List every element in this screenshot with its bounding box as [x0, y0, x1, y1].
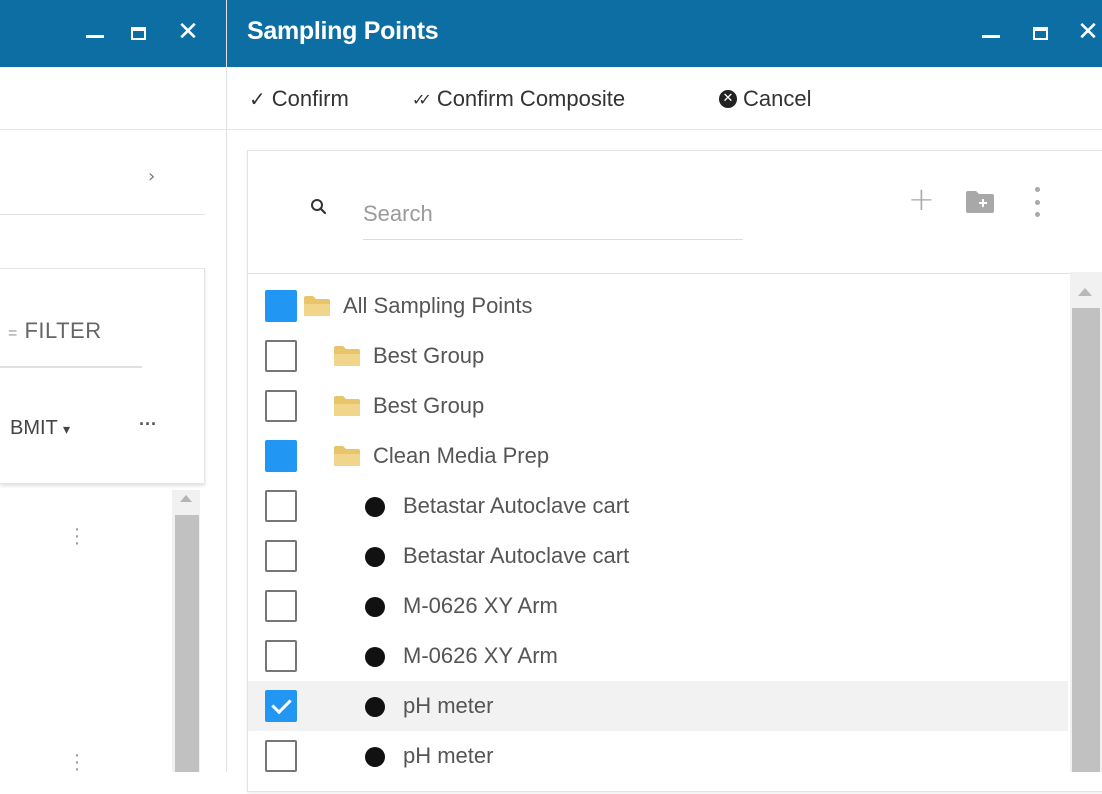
tree-row-label: Best Group	[373, 393, 485, 418]
confirm-composite-label: Confirm Composite	[436, 86, 626, 111]
background-toolbar	[0, 67, 226, 130]
filter-button[interactable]: = FILTER	[8, 318, 102, 344]
sampling-point-bullet-icon	[365, 647, 385, 667]
check-icon: ✓	[249, 87, 266, 111]
kebab-menu-icon[interactable]: · · ·	[72, 519, 82, 553]
tree-item-row[interactable]: pH meter	[248, 731, 1068, 781]
sampling-point-bullet-icon	[365, 497, 385, 517]
sampling-points-tree: All Sampling Points Best Group Best Group C…	[248, 274, 1068, 794]
minimize-icon[interactable]	[80, 14, 110, 44]
confirm-button[interactable]: ✓ Confirm	[249, 86, 349, 112]
scrollbar-thumb[interactable]	[175, 515, 199, 772]
search-bar: +	[248, 151, 1102, 274]
tree-row-label: M-0626 XY Arm	[403, 643, 558, 668]
window-titlebar: Sampling Points ✕	[227, 0, 1102, 67]
search-icon	[311, 199, 327, 215]
row-checkbox[interactable]	[265, 640, 297, 672]
caret-down-icon: ▾	[62, 421, 71, 437]
sampling-points-window: Sampling Points ✕ ✓ Confirm ✓✓ Confirm C…	[227, 0, 1102, 792]
tree-item-row[interactable]: M-0626 XY Arm	[248, 581, 1068, 631]
add-folder-icon[interactable]	[965, 190, 995, 214]
tree-item-row[interactable]: Betastar Autoclave cart	[248, 531, 1068, 581]
minimize-icon[interactable]	[976, 14, 1006, 44]
background-card	[0, 268, 205, 484]
divider	[0, 214, 205, 215]
tree-row-label: M-0626 XY Arm	[403, 593, 558, 618]
tree-row-label: pH meter	[403, 743, 494, 768]
tree-row-label: Clean Media Prep	[373, 443, 550, 468]
maximize-icon[interactable]	[123, 18, 153, 48]
submit-dropdown-button[interactable]: BMIT ▾	[10, 417, 70, 440]
folder-open-icon	[334, 396, 360, 416]
cancel-button[interactable]: ✕ Cancel	[719, 86, 811, 112]
double-check-icon: ✓✓	[412, 89, 432, 109]
row-checkbox[interactable]	[265, 690, 297, 722]
folder-open-icon	[334, 446, 360, 466]
close-icon[interactable]: ✕	[173, 17, 203, 47]
scrollbar-thumb[interactable]	[1072, 308, 1100, 772]
more-horizontal-icon[interactable]: ···	[139, 414, 157, 435]
sampling-point-bullet-icon	[365, 597, 385, 617]
filter-label: FILTER	[24, 318, 102, 343]
tree-folder-row[interactable]: All Sampling Points	[248, 281, 1068, 331]
row-checkbox[interactable]	[265, 490, 297, 522]
background-window-titlebar: ✕	[0, 0, 226, 67]
kebab-menu-icon[interactable]: · · ·	[72, 745, 82, 779]
tree-row-label: Betastar Autoclave cart	[403, 493, 630, 518]
tree-folder-row[interactable]: Best Group	[248, 381, 1068, 431]
tree-item-row[interactable]: M-0626 XY Arm	[248, 631, 1068, 681]
confirm-composite-button[interactable]: ✓✓ Confirm Composite	[412, 86, 625, 112]
scroll-up-icon[interactable]	[1078, 288, 1092, 296]
tree-row-label: All Sampling Points	[343, 293, 533, 318]
row-checkbox[interactable]	[265, 340, 297, 372]
row-checkbox[interactable]	[265, 540, 297, 572]
tree-row-label: Best Group	[373, 343, 485, 368]
maximize-icon[interactable]	[1025, 18, 1055, 48]
folder-open-icon	[334, 346, 360, 366]
submit-label: BMIT	[10, 417, 58, 439]
sampling-point-bullet-icon	[365, 547, 385, 567]
chevron-right-icon[interactable]: ›	[148, 166, 155, 187]
row-checkbox[interactable]	[265, 740, 297, 772]
cancel-circle-icon: ✕	[719, 90, 737, 108]
confirm-label: Confirm	[271, 86, 349, 111]
tree-folder-row[interactable]: Clean Media Prep	[248, 431, 1068, 481]
cancel-label: Cancel	[743, 86, 812, 111]
search-input[interactable]	[363, 189, 743, 240]
background-window: ✕ › = FILTER BMIT ▾ ··· · · · · · ·	[0, 0, 227, 779]
tree-item-row[interactable]: pH meter	[248, 681, 1068, 731]
scroll-up-icon[interactable]	[180, 495, 192, 502]
row-checkbox[interactable]	[265, 440, 297, 472]
row-checkbox[interactable]	[265, 390, 297, 422]
filter-icon: =	[8, 325, 18, 342]
row-checkbox[interactable]	[265, 290, 297, 322]
window-title: Sampling Points	[247, 17, 439, 45]
tree-folder-row[interactable]: Best Group	[248, 331, 1068, 381]
tree-panel: + All Sampling Points Best Group Best Grou…	[247, 150, 1102, 792]
close-icon[interactable]: ✕	[1073, 17, 1102, 47]
folder-open-icon	[304, 296, 330, 316]
row-checkbox[interactable]	[265, 590, 297, 622]
tree-item-row[interactable]: Betastar Autoclave cart	[248, 481, 1068, 531]
toolbar: ✓ Confirm ✓✓ Confirm Composite ✕ Cancel	[227, 67, 1102, 130]
sampling-point-bullet-icon	[365, 747, 385, 767]
sampling-point-bullet-icon	[365, 697, 385, 717]
more-vertical-icon[interactable]	[1033, 187, 1041, 217]
add-icon[interactable]: +	[908, 181, 935, 217]
filter-underline	[0, 366, 142, 368]
tree-row-label: Betastar Autoclave cart	[403, 543, 630, 568]
tree-row-label: pH meter	[403, 693, 494, 718]
